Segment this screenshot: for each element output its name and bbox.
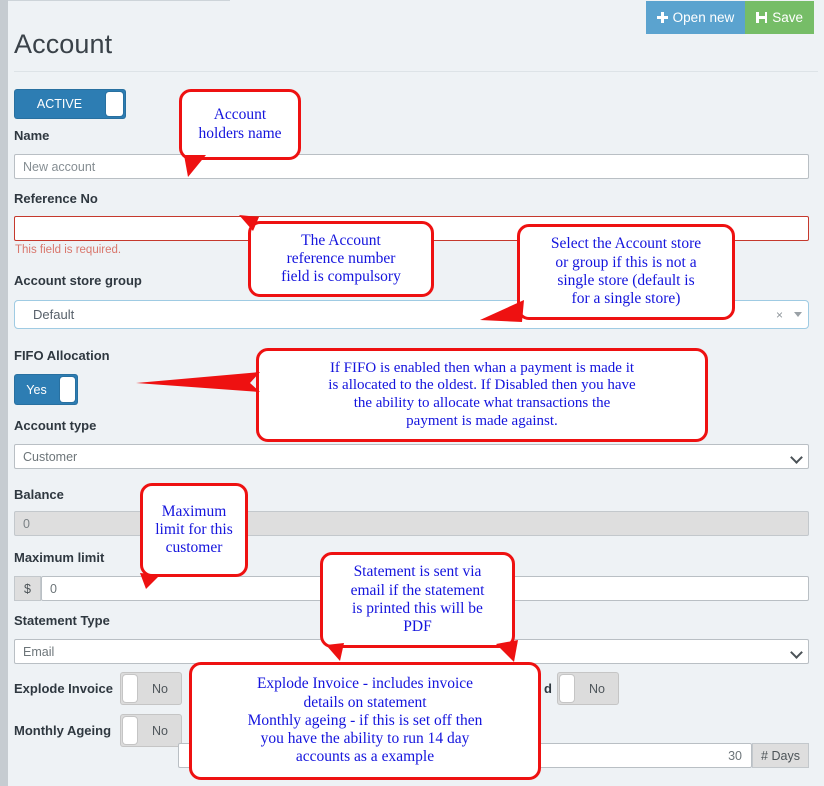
name-label: Name bbox=[14, 128, 50, 143]
account-type-select[interactable]: Customer bbox=[14, 444, 809, 469]
explode-invoice-toggle[interactable]: No bbox=[120, 672, 182, 705]
annotation-store-group: Select the Account store or group if thi… bbox=[517, 224, 735, 320]
name-input[interactable] bbox=[14, 154, 809, 179]
toggle-knob bbox=[560, 675, 574, 702]
reference-no-label: Reference No bbox=[14, 191, 98, 206]
chevron-down-icon[interactable] bbox=[788, 312, 808, 317]
annotation-reference: The Account reference number field is co… bbox=[248, 221, 434, 297]
annotation-name-tail bbox=[180, 155, 208, 179]
annotation-max-limit-tail bbox=[136, 573, 162, 591]
explode-invoice-toggle-label: No bbox=[152, 681, 168, 696]
active-status-toggle[interactable]: ACTIVE bbox=[14, 89, 126, 119]
plus-icon bbox=[656, 12, 668, 23]
account-type-label: Account type bbox=[14, 418, 97, 433]
right-side-toggle-label: No bbox=[589, 681, 605, 696]
annotation-fifo-tail bbox=[130, 370, 262, 396]
annotation-explode-tail bbox=[486, 638, 520, 668]
open-new-label: Open new bbox=[672, 10, 735, 25]
save-label: Save bbox=[772, 10, 803, 25]
annotation-reference-tail bbox=[231, 215, 261, 233]
annotation-max-limit: Maximum limit for this customer bbox=[140, 483, 248, 577]
explode-invoice-label: Explode Invoice bbox=[14, 681, 113, 696]
toggle-knob bbox=[106, 92, 123, 116]
reference-no-error: This field is required. bbox=[15, 244, 122, 256]
toggle-knob bbox=[60, 377, 75, 402]
annotation-statement-tail bbox=[322, 643, 348, 663]
sidebar-edge-strip bbox=[0, 0, 8, 786]
annotation-store-group-tail bbox=[478, 296, 526, 324]
monthly-ageing-toggle-label: No bbox=[152, 723, 168, 738]
fifo-allocation-label: FIFO Allocation bbox=[14, 348, 110, 363]
currency-prefix-addon: $ bbox=[14, 576, 41, 601]
save-button[interactable]: Save bbox=[745, 1, 814, 34]
fifo-allocation-toggle-label: Yes bbox=[26, 382, 47, 397]
annotation-statement: Statement is sent via email if the state… bbox=[320, 552, 515, 648]
monthly-ageing-toggle[interactable]: No bbox=[120, 714, 182, 747]
balance-label: Balance bbox=[14, 487, 64, 502]
action-bar: Open new Save bbox=[645, 1, 814, 34]
page-title: Account bbox=[14, 29, 113, 59]
days-suffix-addon: # Days bbox=[752, 743, 809, 768]
account-store-group-label: Account store group bbox=[14, 273, 142, 288]
right-side-toggle[interactable]: No bbox=[557, 672, 619, 705]
maximum-limit-label: Maximum limit bbox=[14, 550, 105, 565]
toggle-knob bbox=[123, 717, 137, 744]
fifo-allocation-toggle[interactable]: Yes bbox=[14, 374, 78, 405]
toggle-knob bbox=[123, 675, 137, 702]
floppy-disk-save-icon bbox=[756, 12, 768, 23]
annotation-explode: Explode Invoice - includes invoice detai… bbox=[189, 662, 541, 780]
monthly-ageing-label: Monthly Ageing bbox=[14, 723, 112, 738]
statement-type-label: Statement Type bbox=[14, 613, 110, 628]
active-status-toggle-label: ACTIVE bbox=[36, 97, 83, 111]
balance-input bbox=[14, 511, 809, 536]
title-divider bbox=[14, 71, 818, 72]
open-new-button[interactable]: Open new bbox=[645, 1, 746, 34]
annotation-fifo: If FIFO is enabled then whan a payment i… bbox=[256, 348, 708, 442]
annotation-name: Account holders name bbox=[179, 89, 301, 160]
account-form-screen: Open new Save Account ACTIVE Name Refere… bbox=[0, 0, 824, 786]
clear-selection-icon[interactable]: × bbox=[771, 308, 788, 322]
right-toggle-label: d bbox=[544, 681, 552, 696]
